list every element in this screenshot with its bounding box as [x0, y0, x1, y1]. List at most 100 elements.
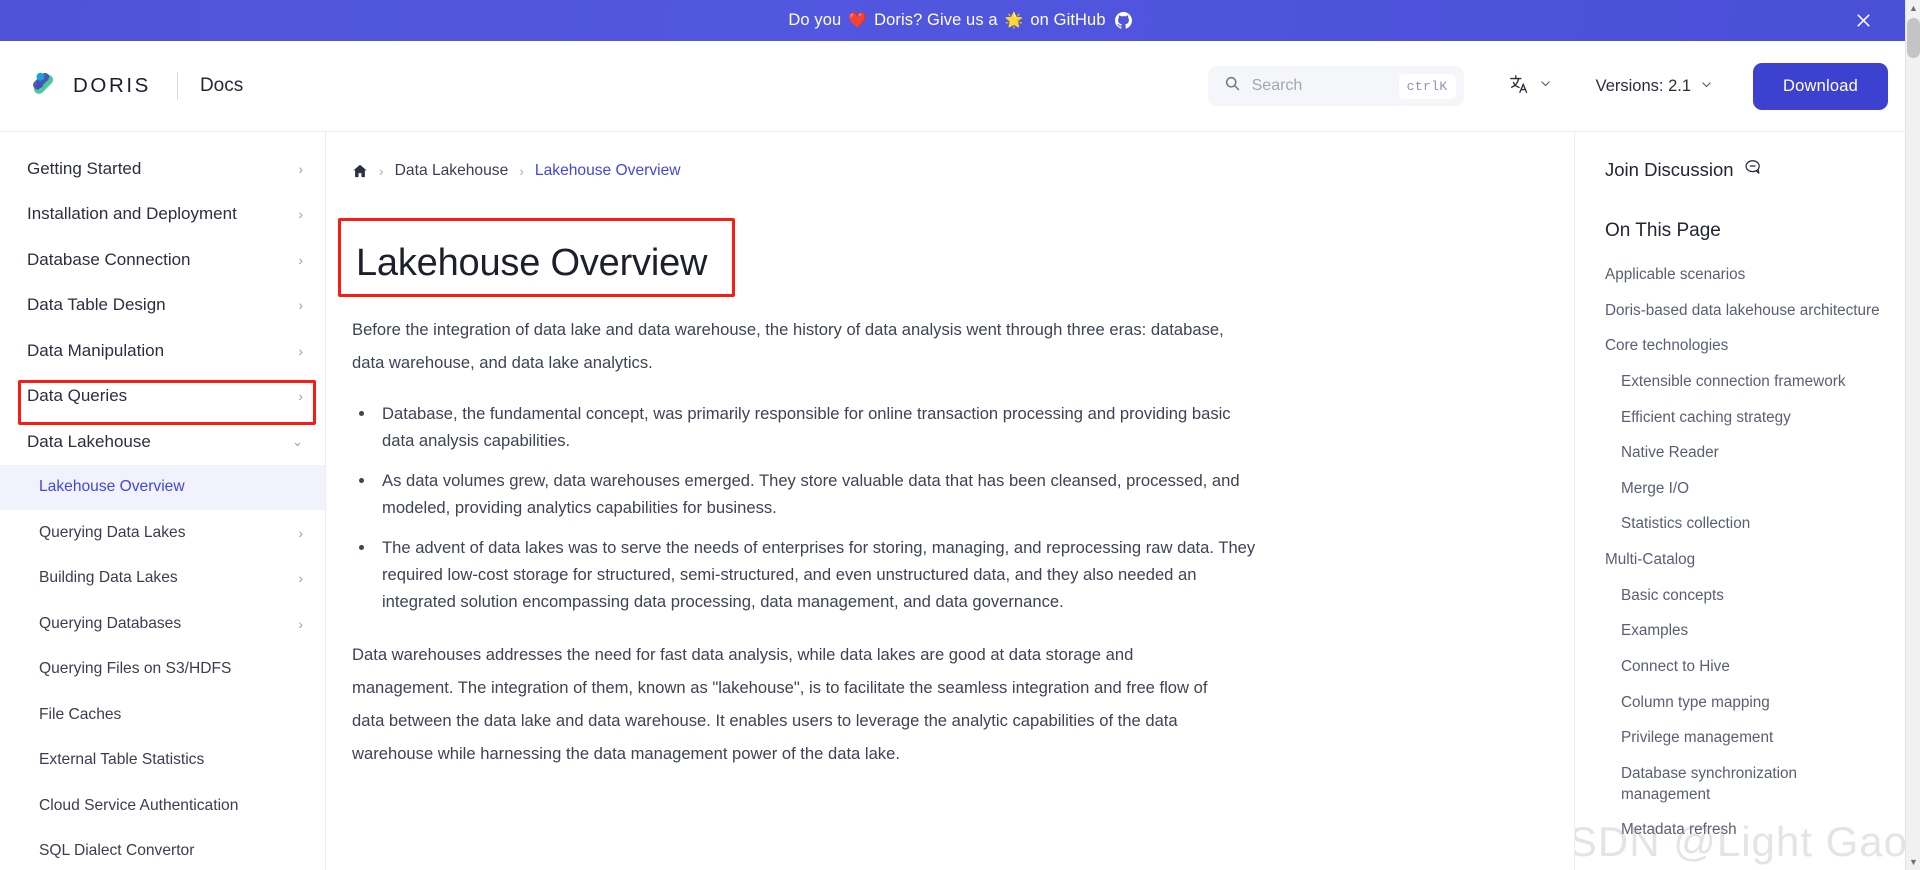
toc-item-merge-i-o[interactable]: Merge I/O: [1605, 479, 1890, 500]
banner-prefix: Do you: [788, 11, 842, 29]
sidebar-item-data-lakehouse[interactable]: Data Lakehouse ⌄: [0, 419, 325, 465]
header-actions: Search ctrlK Versions: 2.1 Download: [1207, 62, 1888, 110]
toc-item-metadata-refresh[interactable]: Metadata refresh: [1605, 820, 1890, 841]
close-icon[interactable]: [1850, 8, 1876, 34]
sidebar-item-label: Building Data Lakes: [39, 569, 178, 587]
banner-suffix: on GitHub: [1030, 11, 1106, 29]
page-body: Getting Started › Installation and Deploym…: [0, 0, 1920, 870]
sidebar-item-sql-dialect-convertor[interactable]: SQL Dialect Convertor: [0, 829, 325, 870]
list-item: The advent of data lakes was to serve th…: [376, 535, 1256, 616]
scrollbar-thumb[interactable]: [1907, 18, 1920, 58]
search-icon: [1224, 75, 1241, 97]
toc-item-extensible-connection-framework[interactable]: Extensible connection framework: [1605, 372, 1890, 393]
toc-item-doris-based-data-lakehouse-architecture[interactable]: Doris-based data lakehouse architecture: [1605, 301, 1890, 322]
sidebar-item-querying-files-on-s3-hdfs[interactable]: Querying Files on S3/HDFS: [0, 647, 325, 693]
sidebar-item-getting-started[interactable]: Getting Started ›: [0, 146, 325, 192]
sidebar-item-label: File Caches: [39, 705, 122, 723]
toc-item-statistics-collection[interactable]: Statistics collection: [1605, 514, 1890, 535]
download-button[interactable]: Download: [1753, 62, 1888, 110]
language-switcher[interactable]: [1508, 73, 1552, 100]
sidebar-item-label: Data Queries: [27, 386, 128, 406]
sidebar-item-querying-databases[interactable]: Querying Databases ›: [0, 601, 325, 647]
doris-logo-icon: [30, 69, 59, 103]
chevron-right-icon[interactable]: ›: [298, 162, 303, 176]
chevron-right-icon[interactable]: ›: [298, 344, 303, 358]
chevron-right-icon[interactable]: ›: [298, 526, 303, 540]
version-label: Versions: 2.1: [1595, 76, 1692, 95]
intro-paragraph: Before the integration of data lake and …: [352, 320, 1224, 373]
sidebar-item-cloud-service-authentication[interactable]: Cloud Service Authentication: [0, 783, 325, 829]
chevron-right-icon[interactable]: ›: [298, 253, 303, 267]
sidebar-item-building-data-lakes[interactable]: Building Data Lakes ›: [0, 556, 325, 602]
page-title: Lakehouse Overview: [356, 242, 708, 284]
header-divider: [176, 72, 178, 100]
sidebar-item-installation-and-deployment[interactable]: Installation and Deployment ›: [0, 192, 325, 238]
sidebar-item-label: External Table Statistics: [39, 751, 205, 769]
toc-item-multi-catalog[interactable]: Multi-Catalog: [1605, 550, 1890, 571]
toc-list: Applicable scenarios Doris-based data lak…: [1605, 265, 1890, 841]
chevron-right-icon[interactable]: ›: [298, 298, 303, 312]
announcement-banner: Do you ❤️ Doris? Give us a 🌟 on GitHub: [0, 0, 1920, 41]
sidebar-item-label: Cloud Service Authentication: [39, 796, 239, 814]
sidebar-item-label: Installation and Deployment: [27, 204, 237, 224]
closing-paragraph: Data warehouses addresses the need for f…: [352, 644, 1208, 764]
toc-item-database-synchronization-management[interactable]: Database synchronization management: [1605, 764, 1890, 805]
sidebar-item-label: Querying Files on S3/HDFS: [39, 660, 232, 678]
chevron-right-icon[interactable]: ›: [298, 571, 303, 585]
sidebar-item-label: SQL Dialect Convertor: [39, 842, 195, 860]
breadcrumb-item-data-lakehouse[interactable]: Data Lakehouse: [395, 162, 509, 180]
search-shortcut-hint: ctrlK: [1398, 73, 1456, 99]
toc-item-core-technologies[interactable]: Core technologies: [1605, 336, 1890, 357]
page-title-container: Lakehouse Overview: [338, 198, 736, 297]
sidebar-item-data-queries[interactable]: Data Queries ›: [0, 374, 325, 420]
on-this-page-panel: Join Discussion On This Page Applicable …: [1574, 132, 1920, 870]
chevron-right-icon[interactable]: ›: [298, 207, 303, 221]
sidebar-item-label: Lakehouse Overview: [39, 478, 185, 496]
sidebar-item-label: Data Table Design: [27, 295, 166, 315]
sidebar-item-label: Data Manipulation: [27, 340, 165, 360]
breadcrumb-item-current[interactable]: Lakehouse Overview: [535, 162, 681, 180]
scroll-up-arrow[interactable]: ▲: [1906, 0, 1920, 16]
sidebar-item-data-table-design[interactable]: Data Table Design ›: [0, 283, 325, 329]
page-scrollbar[interactable]: ▲ ▼: [1905, 0, 1920, 870]
sidebar-item-file-caches[interactable]: File Caches: [0, 692, 325, 738]
github-icon[interactable]: [1114, 12, 1132, 29]
join-discussion-link[interactable]: Join Discussion: [1605, 158, 1890, 182]
toc-item-native-reader[interactable]: Native Reader: [1605, 443, 1890, 464]
scroll-down-arrow[interactable]: ▼: [1906, 854, 1920, 870]
home-icon[interactable]: [352, 163, 368, 179]
chevron-down-icon: [1700, 77, 1713, 96]
sidebar-item-data-manipulation[interactable]: Data Manipulation ›: [0, 328, 325, 374]
version-selector[interactable]: Versions: 2.1: [1596, 77, 1713, 96]
toc-item-connect-to-hive[interactable]: Connect to Hive: [1605, 657, 1890, 678]
docs-section-link[interactable]: Docs: [200, 75, 243, 97]
breadcrumb-separator: ›: [519, 163, 524, 179]
sidebar-item-lakehouse-overview[interactable]: Lakehouse Overview: [0, 464, 325, 510]
toc-item-applicable-scenarios[interactable]: Applicable scenarios: [1605, 265, 1890, 286]
banner-middle: Doris? Give us a: [874, 11, 998, 29]
chevron-right-icon[interactable]: ›: [298, 617, 303, 631]
toc-item-privilege-management[interactable]: Privilege management: [1605, 728, 1890, 749]
brand-logo-link[interactable]: DORIS: [30, 69, 151, 103]
star-icon: 🌟: [1004, 12, 1024, 29]
translate-icon: [1508, 73, 1530, 100]
toc-item-examples[interactable]: Examples: [1605, 621, 1890, 642]
sidebar-item-label: Querying Data Lakes: [39, 523, 186, 541]
search-input[interactable]: Search ctrlK: [1207, 66, 1464, 106]
chevron-down-icon[interactable]: ⌄: [292, 435, 303, 448]
sidebar-item-querying-data-lakes[interactable]: Querying Data Lakes ›: [0, 510, 325, 556]
main-content: › Data Lakehouse › Lakehouse Overview La…: [326, 132, 1574, 870]
sidebar-item-label: Querying Databases: [39, 614, 182, 632]
sidebar-item-external-table-statistics[interactable]: External Table Statistics: [0, 738, 325, 784]
toc-item-column-type-mapping[interactable]: Column type mapping: [1605, 693, 1890, 714]
toc-item-basic-concepts[interactable]: Basic concepts: [1605, 586, 1890, 607]
list-item: As data volumes grew, data warehouses em…: [376, 468, 1256, 522]
comment-icon: [1744, 158, 1763, 182]
chevron-right-icon[interactable]: ›: [298, 389, 303, 403]
docs-sidebar: Getting Started › Installation and Deploym…: [0, 132, 326, 870]
toc-item-efficient-caching-strategy[interactable]: Efficient caching strategy: [1605, 408, 1890, 429]
sidebar-item-database-connection[interactable]: Database Connection ›: [0, 237, 325, 283]
sidebar-item-label: Getting Started: [27, 158, 142, 178]
breadcrumb: › Data Lakehouse › Lakehouse Overview: [352, 162, 1574, 180]
chevron-down-icon: [1539, 77, 1552, 95]
